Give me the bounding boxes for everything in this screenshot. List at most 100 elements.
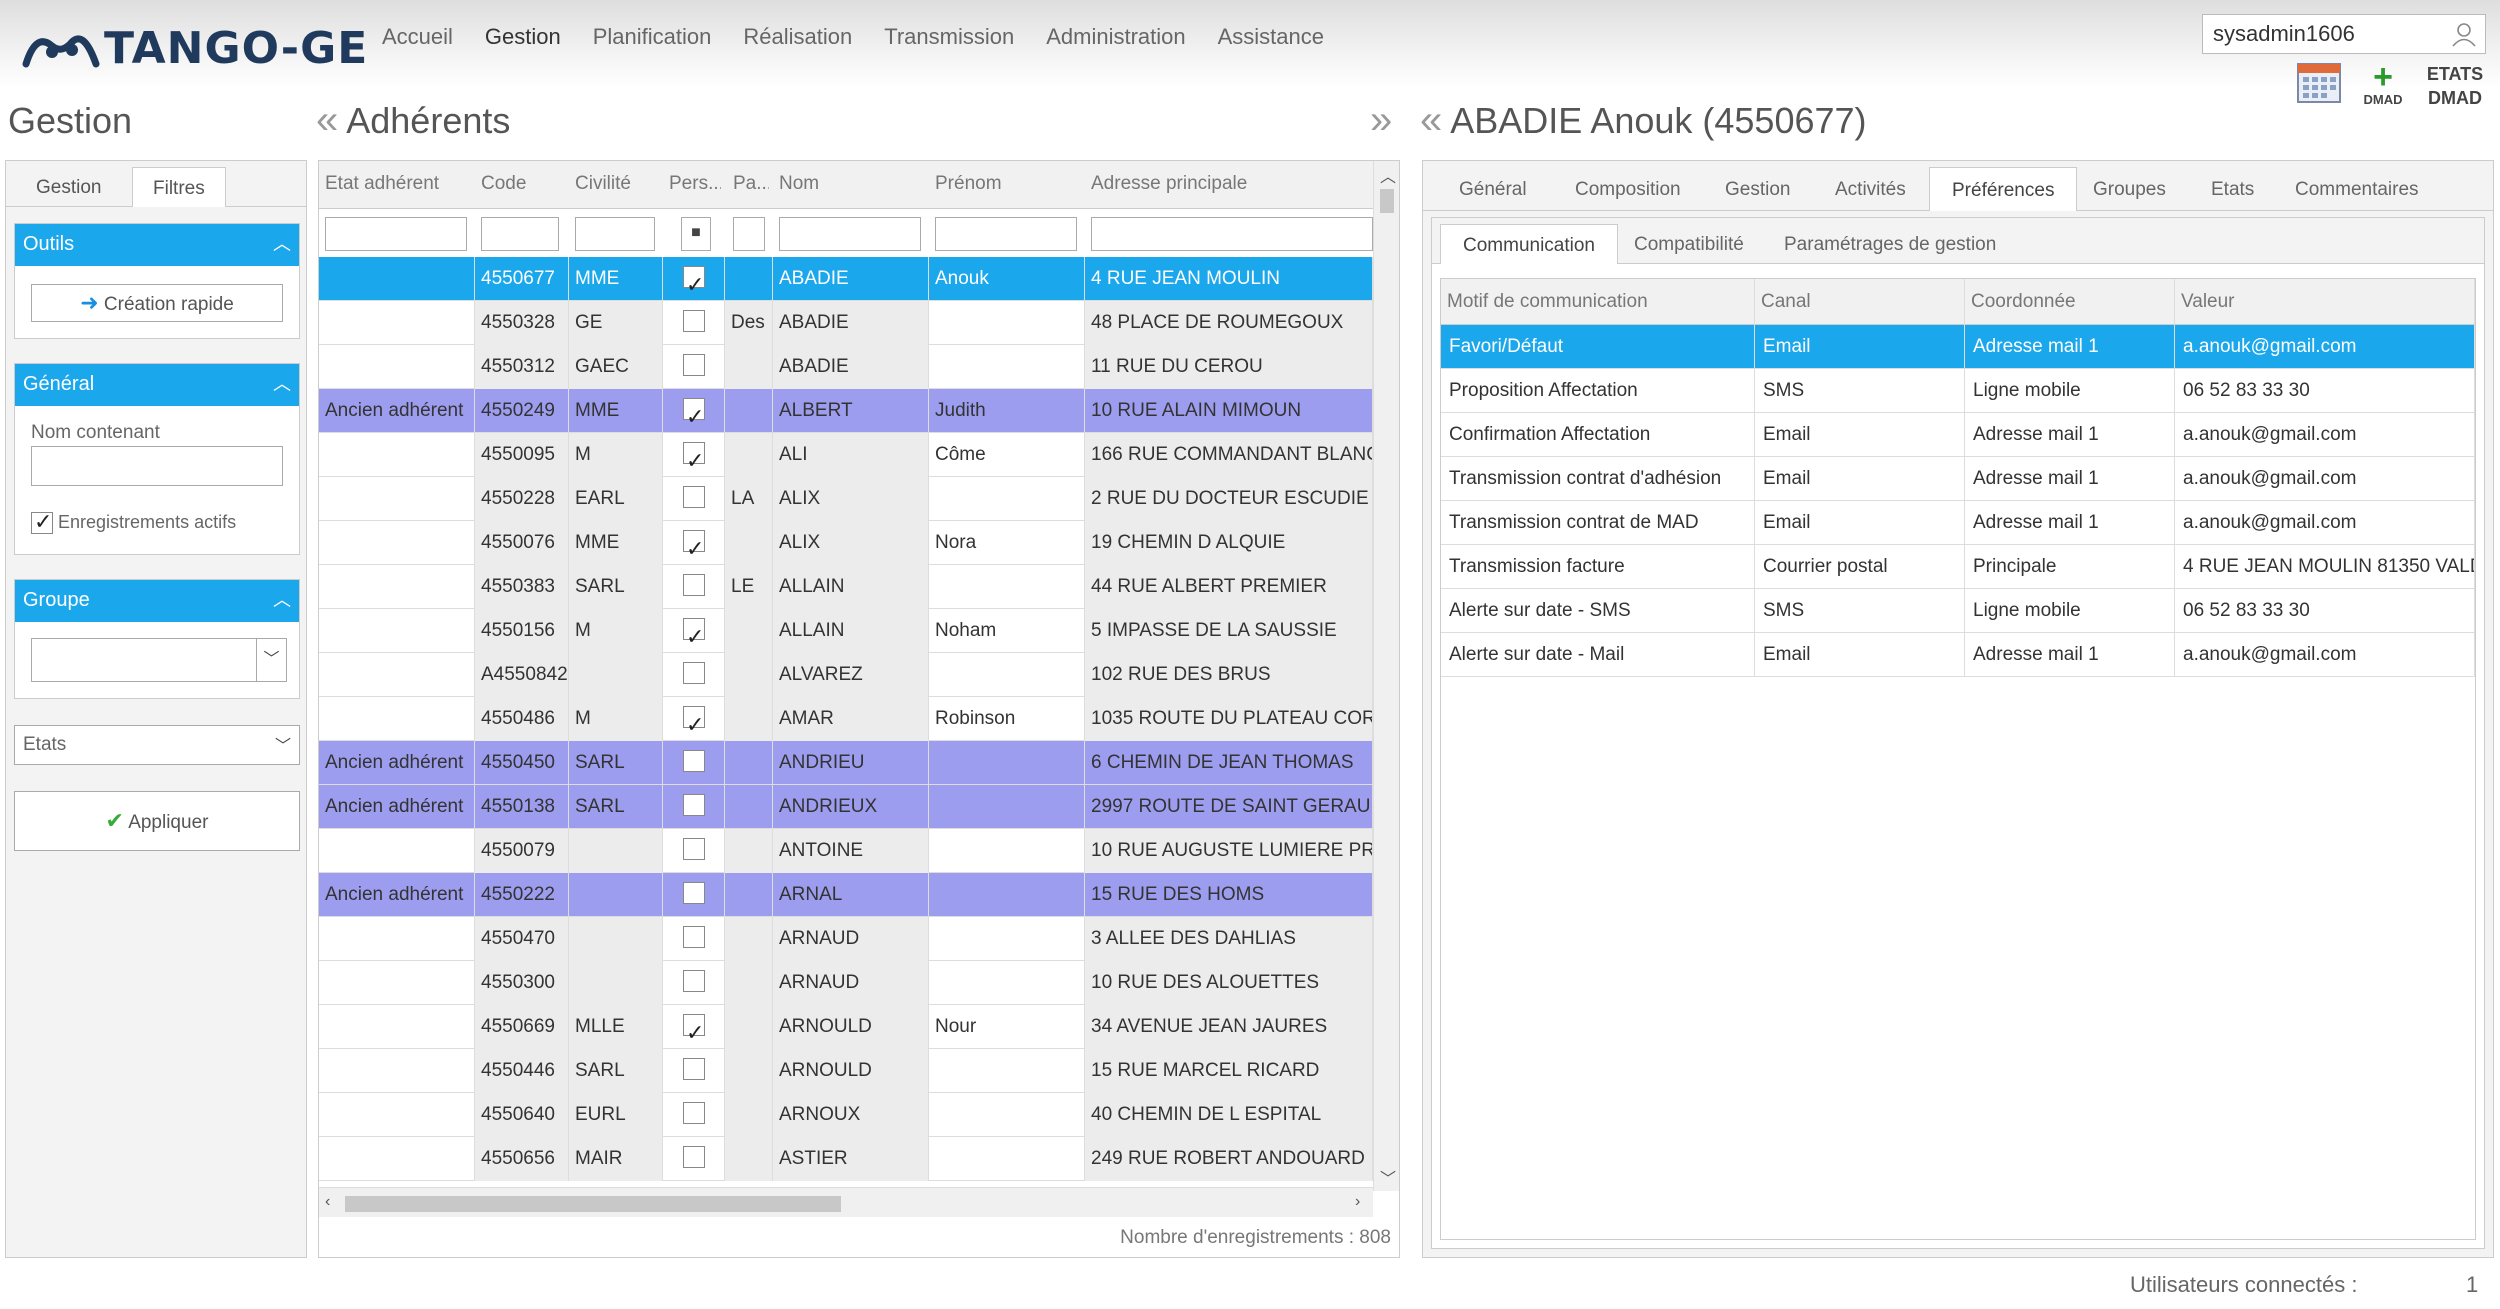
- vertical-scrollbar[interactable]: ︿ ﹀: [1373, 161, 1399, 1191]
- col-valeur[interactable]: Valeur: [2175, 279, 2475, 325]
- tab-commentaires[interactable]: Commentaires: [2273, 167, 2441, 211]
- pers-phys-checkbox[interactable]: [683, 838, 705, 861]
- pers-phys-checkbox[interactable]: [683, 882, 705, 905]
- pers-phys-checkbox[interactable]: [683, 750, 705, 773]
- tab-composition[interactable]: Composition: [1553, 167, 1703, 211]
- user-field[interactable]: sysadmin1606: [2202, 14, 2486, 54]
- horizontal-scroll-thumb[interactable]: [345, 1196, 841, 1212]
- col-etat[interactable]: Etat adhérent: [325, 173, 475, 195]
- table-row[interactable]: 4550446 SARL ARNOULD 15 RUE MARCEL RICARD: [319, 1049, 1373, 1093]
- subtab-compatibilite[interactable]: Compatibilité: [1612, 224, 1766, 264]
- pers-phys-checkbox[interactable]: [683, 1011, 705, 1049]
- vertical-scroll-thumb[interactable]: [1380, 189, 1394, 213]
- table-row[interactable]: 4550640 EURL ARNOUX 40 CHEMIN DE L ESPITAL: [319, 1093, 1373, 1137]
- scroll-down-icon[interactable]: ﹀: [1380, 1165, 1396, 1189]
- table-row[interactable]: 4550486M AMARRobinson1035 ROUTE DU PLATEA…: [319, 697, 1373, 741]
- calendar-icon[interactable]: [2296, 62, 2342, 104]
- table-row[interactable]: Alerte sur date - Mail Email Adresse mail …: [1441, 633, 2475, 677]
- table-row[interactable]: 4550312 GAEC ABADIE 11 RUE DU CEROU: [319, 345, 1373, 389]
- table-row[interactable]: 4550470 ARNAUD 3 ALLEE DES DAHLIAS: [319, 917, 1373, 961]
- pers-phys-checkbox[interactable]: [683, 439, 705, 477]
- col-pa[interactable]: Pa...: [733, 173, 769, 195]
- outils-header[interactable]: Outils ︿: [15, 224, 299, 266]
- table-row[interactable]: Ancien adhérent 4550138 SARL ANDRIEUX 2997 R…: [319, 785, 1373, 829]
- groupe-select[interactable]: ﹀: [31, 638, 287, 682]
- col-motif[interactable]: Motif de communication: [1441, 279, 1755, 325]
- subtab-communication[interactable]: Communication: [1440, 224, 1618, 264]
- creation-rapide-button[interactable]: ➜ Création rapide: [31, 284, 283, 322]
- table-row[interactable]: Alerte sur date - SMS SMS Ligne mobile 06 5…: [1441, 589, 2475, 633]
- table-row[interactable]: 4550228 EARL LA ALIX 2 RUE DU DOCTEUR ESCUDI…: [319, 477, 1373, 521]
- actifs-checkbox[interactable]: [31, 509, 53, 535]
- table-row[interactable]: Ancien adhérent 4550450 SARL ANDRIEU 6 CHEMI…: [319, 741, 1373, 785]
- table-row[interactable]: Transmission contrat de MAD Email Adresse …: [1441, 501, 2475, 545]
- table-row[interactable]: Transmission contrat d'adhésion Email Adre…: [1441, 457, 2475, 501]
- tab-general[interactable]: Général: [1437, 167, 1549, 211]
- pers-phys-checkbox[interactable]: [683, 1146, 705, 1169]
- chevron-up-icon[interactable]: ︿: [273, 586, 291, 612]
- nav-planification[interactable]: Planification: [593, 24, 712, 50]
- table-row[interactable]: Transmission facture Courrier postal Princ…: [1441, 545, 2475, 589]
- table-row[interactable]: 4550300 ARNAUD 10 RUE DES ALOUETTES: [319, 961, 1373, 1005]
- tab-activites[interactable]: Activités: [1813, 167, 1928, 211]
- col-coordonnee[interactable]: Coordonnée: [1965, 279, 2175, 325]
- pers-phys-checkbox[interactable]: [683, 574, 705, 597]
- pers-phys-checkbox[interactable]: [683, 662, 705, 685]
- tab-groupes[interactable]: Groupes: [2071, 167, 2188, 211]
- tab-filtres[interactable]: Filtres: [132, 167, 226, 207]
- nom-contenant-input[interactable]: [31, 446, 283, 486]
- pers-phys-checkbox[interactable]: [683, 1102, 705, 1125]
- tab-preferences[interactable]: Préférences: [1929, 167, 2078, 211]
- pers-phys-checkbox[interactable]: [683, 794, 705, 817]
- filter-pa[interactable]: [733, 217, 765, 251]
- col-code[interactable]: Code: [481, 173, 567, 195]
- nav-transmission[interactable]: Transmission: [884, 24, 1014, 50]
- groupe-header[interactable]: Groupe ︿: [15, 580, 299, 622]
- table-row[interactable]: 4550669MLLE ARNOULDNour34 AVENUE JEAN JAU…: [319, 1005, 1373, 1049]
- nav-gestion[interactable]: Gestion: [485, 24, 561, 50]
- table-row[interactable]: Favori/Défaut Email Adresse mail 1 a.anouk@…: [1441, 325, 2475, 369]
- expand-right-icon[interactable]: »: [1370, 98, 1392, 142]
- scroll-right-icon[interactable]: ›: [1355, 1193, 1360, 1211]
- horizontal-scrollbar[interactable]: ‹ ›: [319, 1187, 1373, 1217]
- filter-etat[interactable]: [325, 217, 467, 251]
- pers-phys-checkbox[interactable]: [683, 970, 705, 993]
- table-row[interactable]: 4550656 MAIR ASTIER 249 RUE ROBERT ANDOUARD: [319, 1137, 1373, 1181]
- pers-phys-checkbox[interactable]: [683, 395, 705, 433]
- subtab-parametrages[interactable]: Paramétrages de gestion: [1762, 224, 2018, 264]
- filter-code[interactable]: [481, 217, 559, 251]
- pers-phys-checkbox[interactable]: [683, 486, 705, 509]
- pers-phys-checkbox[interactable]: [683, 263, 705, 301]
- pers-phys-checkbox[interactable]: [683, 310, 705, 333]
- col-adresse[interactable]: Adresse principale: [1091, 173, 1371, 195]
- filter-pers-phys[interactable]: ■: [681, 217, 711, 251]
- user-icon[interactable]: [2451, 21, 2477, 47]
- chevron-up-icon[interactable]: ︿: [273, 230, 291, 256]
- table-row[interactable]: 4550076MME ALIXNora19 CHEMIN D ALQUIE: [319, 521, 1373, 565]
- pers-phys-checkbox[interactable]: [683, 703, 705, 741]
- table-row[interactable]: Confirmation Affectation Email Adresse mai…: [1441, 413, 2475, 457]
- table-row[interactable]: 4550383 SARL LE ALLAIN 44 RUE ALBERT PREMIER: [319, 565, 1373, 609]
- table-row[interactable]: 4550095M ALICôme166 RUE COMMANDANT BLANCH: [319, 433, 1373, 477]
- filter-prenom[interactable]: [935, 217, 1077, 251]
- filter-adresse[interactable]: [1091, 217, 1373, 251]
- filter-civilite[interactable]: [575, 217, 655, 251]
- col-canal[interactable]: Canal: [1755, 279, 1965, 325]
- pers-phys-checkbox[interactable]: [683, 527, 705, 565]
- chevron-up-icon[interactable]: ︿: [273, 370, 291, 396]
- scroll-up-icon[interactable]: ︿: [1380, 163, 1396, 187]
- collapse-middle-icon[interactable]: «: [1420, 98, 1442, 142]
- nav-assistance[interactable]: Assistance: [1218, 24, 1324, 50]
- tab-gestion[interactable]: Gestion: [16, 167, 121, 207]
- filter-nom[interactable]: [779, 217, 921, 251]
- add-dmad-button[interactable]: + DMAD: [2358, 60, 2408, 107]
- table-row[interactable]: 4550328 GE Des ABADIE 48 PLACE DE ROUMEGOUX: [319, 301, 1373, 345]
- col-nom[interactable]: Nom: [779, 173, 929, 195]
- nav-administration[interactable]: Administration: [1046, 24, 1185, 50]
- collapse-left-icon[interactable]: «: [316, 98, 338, 142]
- scroll-left-icon[interactable]: ‹: [325, 1193, 330, 1211]
- col-prenom[interactable]: Prénom: [935, 173, 1085, 195]
- table-row[interactable]: 4550079 ANTOINE 10 RUE AUGUSTE LUMIERE PRI…: [319, 829, 1373, 873]
- nav-accueil[interactable]: Accueil: [382, 24, 453, 50]
- pers-phys-checkbox[interactable]: [683, 926, 705, 949]
